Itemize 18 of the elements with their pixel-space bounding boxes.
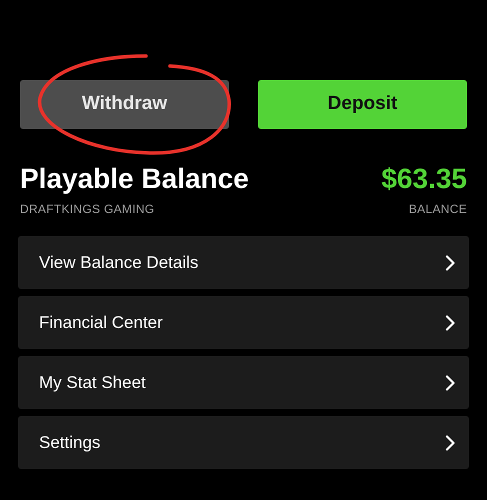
chevron-right-icon — [445, 434, 455, 450]
menu-label: Settings — [39, 432, 100, 454]
balance-title: Playable Balance — [20, 162, 249, 196]
chevron-right-icon — [445, 314, 455, 330]
chevron-right-icon — [445, 374, 455, 390]
withdraw-button[interactable]: Withdraw — [20, 80, 229, 129]
menu-item[interactable]: My Stat Sheet — [18, 356, 469, 409]
chevron-right-icon — [445, 254, 455, 270]
menu-item[interactable]: View Balance Details — [18, 236, 469, 289]
menu-item[interactable]: Financial Center — [18, 296, 469, 349]
deposit-button[interactable]: Deposit — [258, 80, 467, 129]
balance-subtitle: DRAFTKINGS GAMING — [20, 201, 156, 218]
balance-label: BALANCE — [408, 201, 467, 218]
balance-amount: $63.35 — [381, 162, 467, 196]
menu-item[interactable]: Settings — [18, 416, 469, 469]
menu-label: Financial Center — [39, 312, 163, 334]
menu-label: My Stat Sheet — [39, 372, 146, 394]
menu-label: View Balance Details — [39, 252, 198, 274]
